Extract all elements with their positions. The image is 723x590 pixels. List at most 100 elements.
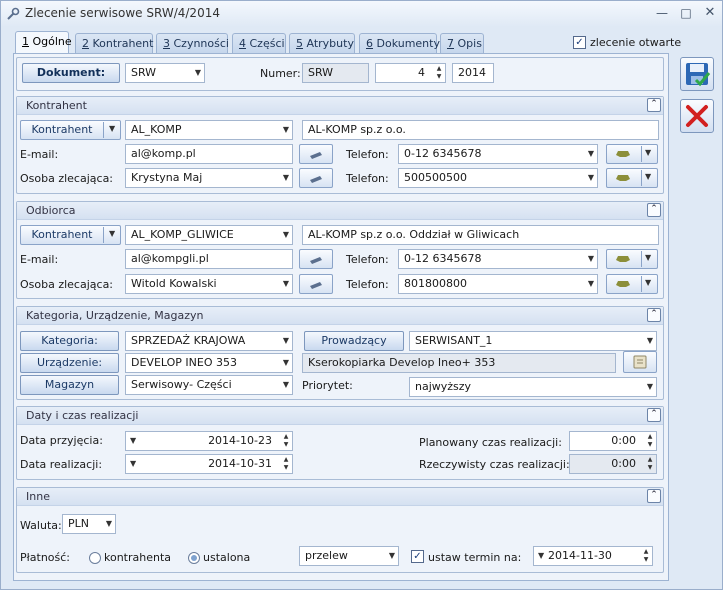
chevron-down-icon: ▼: [282, 336, 289, 345]
radio-kontrahenta[interactable]: [89, 552, 101, 564]
window-title: Zlecenie serwisowe SRW/4/2014: [25, 6, 220, 20]
chevron-down-icon: ▼: [646, 336, 653, 345]
phone-icon: [616, 256, 630, 262]
device-card-icon: [633, 355, 647, 369]
call-phone-button[interactable]: ▼: [606, 249, 658, 269]
spin-icon[interactable]: ▲ ▼: [642, 548, 650, 564]
numer-year-field[interactable]: 2014: [452, 63, 494, 83]
collapse-icon[interactable]: ⌃: [647, 308, 661, 322]
call-phone-button[interactable]: ▼: [606, 144, 658, 164]
odbiorca-email-field[interactable]: al@kompgli.pl: [125, 249, 293, 269]
waluta-select[interactable]: PLN ▼: [62, 514, 116, 534]
odbiorca-name-field[interactable]: AL-KOMP sp.z o.o. Oddział w Gliwicach: [302, 225, 659, 245]
kontrahent-phone-select[interactable]: 0-12 6345678 ▼: [398, 144, 598, 164]
maximize-icon[interactable]: □: [677, 5, 695, 21]
ustaw-termin-label: ustaw termin na:: [428, 551, 522, 564]
prowadzacy-button[interactable]: Prowadzący: [304, 331, 404, 351]
save-disk-icon: [686, 63, 711, 87]
odbiorca-person-select[interactable]: Witold Kowalski ▼: [125, 274, 293, 294]
daty-header: Daty i czas realizacji ⌃: [17, 407, 663, 425]
send-email-person-button[interactable]: [299, 274, 333, 294]
kategoria-button[interactable]: Kategoria:: [20, 331, 119, 351]
ustaw-termin-checkbox[interactable]: ✓: [411, 550, 424, 563]
send-email-person-button[interactable]: [299, 168, 333, 188]
section-title: Odbiorca: [26, 204, 76, 217]
calendar-dropdown-icon[interactable]: ▼: [538, 547, 544, 565]
priorytet-select[interactable]: najwyższy ▼: [409, 377, 657, 397]
priorytet-label: Priorytet:: [302, 379, 353, 392]
radio-ustalona[interactable]: [188, 552, 200, 564]
magazyn-select[interactable]: Serwisowy- Części ▼: [125, 375, 293, 395]
data-realizacji-field[interactable]: ▼ 2014-10-31 ▲ ▼: [125, 454, 293, 474]
close-window-icon[interactable]: ✕: [701, 5, 719, 21]
odbiorca-code-select[interactable]: AL_KOMP_GLIWICE ▼: [125, 225, 293, 245]
tab-czesci[interactable]: 4 Części: [232, 33, 286, 53]
kontrahent-code-select[interactable]: AL_KOMP ▼: [125, 120, 293, 140]
tab-atrybuty[interactable]: 5 Atrybuty: [289, 33, 355, 53]
envelope-icon: [310, 176, 322, 183]
spin-icon[interactable]: ▲ ▼: [435, 65, 443, 81]
rzeczywisty-czas-field: 0:00 ▲ ▼: [569, 454, 657, 474]
kontrahent-name-field[interactable]: AL-KOMP sp.z o.o.: [302, 120, 659, 140]
forma-platnosci-select[interactable]: przelew ▼: [299, 546, 399, 566]
chevron-down-icon: ▼: [282, 358, 289, 367]
kontrahent-phone2-select[interactable]: 500500500 ▼: [398, 168, 598, 188]
tab-opis[interactable]: 7 Opis: [440, 33, 484, 53]
chevron-down-icon: ▼: [282, 173, 289, 182]
collapse-icon[interactable]: ⌃: [647, 98, 661, 112]
urzadzenie-button[interactable]: Urządzenie:: [20, 353, 119, 373]
email-label: E-mail:: [20, 253, 59, 266]
collapse-icon[interactable]: ⌃: [647, 203, 661, 217]
kontrahent-button[interactable]: Kontrahent ▼: [20, 120, 121, 140]
dokument-button[interactable]: Dokument:: [22, 63, 120, 83]
calendar-dropdown-icon[interactable]: ▼: [130, 432, 136, 450]
data-przyjecia-field[interactable]: ▼ 2014-10-23 ▲ ▼: [125, 431, 293, 451]
platnosc-label: Płatność:: [20, 551, 70, 564]
call-phone2-button[interactable]: ▼: [606, 168, 658, 188]
phone-icon: [616, 151, 630, 157]
cancel-button[interactable]: [680, 99, 714, 133]
spin-icon: ▲ ▼: [647, 456, 653, 471]
save-button[interactable]: [680, 57, 714, 91]
minimize-icon[interactable]: —: [653, 5, 671, 21]
termin-date-field[interactable]: ▼ 2014-11-30 ▲ ▼: [533, 546, 653, 566]
tab-ogolne[interactable]: 1 Ogólne: [15, 31, 72, 54]
chevron-down-icon: ▼: [646, 382, 653, 391]
send-email-button[interactable]: [299, 249, 333, 269]
kategoria-select[interactable]: SPRZEDAŻ KRAJOWA ▼: [125, 331, 293, 351]
zlecenie-otwarte-checkbox[interactable]: ✓: [573, 36, 586, 49]
collapse-icon[interactable]: ⌃: [647, 408, 661, 422]
prowadzacy-select[interactable]: SERWISANT_1 ▼: [409, 331, 657, 351]
odbiorca-phone2-select[interactable]: 801800800 ▼: [398, 274, 598, 294]
section-title: Inne: [26, 490, 50, 503]
magazyn-button[interactable]: Magazyn: [20, 375, 119, 395]
document-type-select[interactable]: SRW ▼: [125, 63, 205, 83]
chevron-down-icon: ▼: [282, 279, 289, 288]
planowany-czas-field[interactable]: 0:00 ▲ ▼: [569, 431, 657, 451]
person-label: Osoba zlecająca:: [20, 172, 114, 185]
kontrahent-person-select[interactable]: Krystyna Maj ▼: [125, 168, 293, 188]
phone-icon: [616, 175, 630, 181]
section-title: Kontrahent: [26, 99, 87, 112]
chevron-down-icon: ▼: [109, 229, 116, 238]
call-phone2-button[interactable]: ▼: [606, 274, 658, 294]
numer-value-field[interactable]: 4 ▲ ▼: [375, 63, 446, 83]
kontrahent-email-field[interactable]: al@komp.pl: [125, 144, 293, 164]
odbiorca-kontrahent-button[interactable]: Kontrahent ▼: [20, 225, 121, 245]
tab-kontrahent[interactable]: 2 Kontrahent: [75, 33, 153, 53]
spin-icon[interactable]: ▲ ▼: [282, 456, 290, 472]
odbiorca-phone-select[interactable]: 0-12 6345678 ▼: [398, 249, 598, 269]
tab-dokumenty[interactable]: 6 Dokumenty: [359, 33, 440, 53]
calendar-dropdown-icon[interactable]: ▼: [130, 455, 136, 473]
spin-icon[interactable]: ▲ ▼: [646, 433, 654, 449]
urzadzenie-card-button[interactable]: [623, 351, 657, 373]
kontrahent-header: Kontrahent ⌃: [17, 97, 663, 115]
odbiorca-header: Odbiorca ⌃: [17, 202, 663, 220]
send-email-button[interactable]: [299, 144, 333, 164]
urzadzenie-select[interactable]: DEVELOP INEO 353 ▼: [125, 353, 293, 373]
chevron-down-icon: ▼: [645, 278, 652, 287]
planowany-label: Planowany czas realizacji:: [419, 436, 562, 449]
collapse-icon[interactable]: ⌃: [647, 489, 661, 503]
tab-czynnosci[interactable]: 3 Czynności: [156, 33, 229, 53]
spin-icon[interactable]: ▲ ▼: [282, 433, 290, 449]
